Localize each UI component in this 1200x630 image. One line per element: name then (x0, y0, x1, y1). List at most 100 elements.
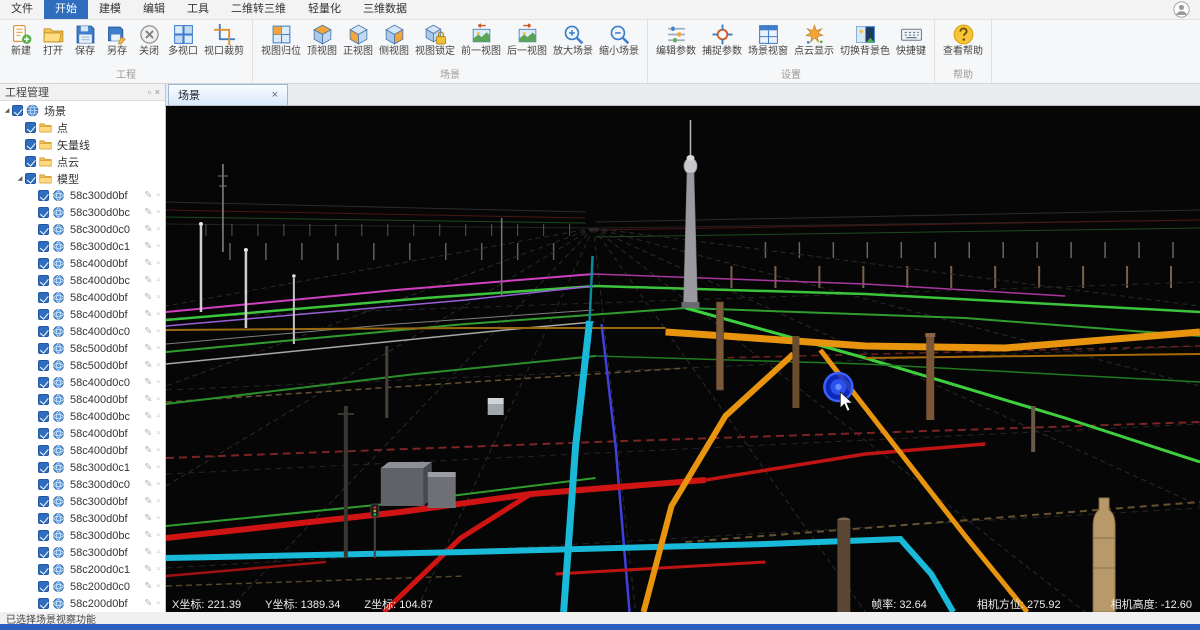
dock-window-icon[interactable]: ▫ (148, 87, 151, 97)
ribbon-button-捕捉参数[interactable]: 捕捉参数 (699, 21, 745, 59)
visibility-checkbox[interactable] (38, 241, 49, 252)
pencil-icon[interactable]: ✎ (144, 428, 152, 439)
ribbon-button-快捷键[interactable]: 快捷键 (893, 21, 929, 59)
tree-folder-2[interactable]: 矢量线 (0, 136, 165, 153)
ribbon-button-顶视图[interactable]: 顶视图 (304, 21, 340, 59)
visibility-checkbox[interactable] (38, 309, 49, 320)
menu-item-三维数据[interactable]: 三维数据 (352, 0, 418, 19)
expand-icon[interactable]: ◢ (2, 107, 12, 114)
ribbon-button-视图锁定[interactable]: 视图锁定 (412, 21, 458, 59)
visibility-checkbox[interactable] (38, 343, 49, 354)
user-avatar-icon[interactable] (1173, 1, 1190, 18)
pencil-icon[interactable]: ✎ (144, 224, 152, 235)
visibility-checkbox[interactable] (38, 360, 49, 371)
close-panel-icon[interactable]: × (155, 87, 160, 97)
tree-model-item[interactable]: 58c300d0bf✎▫ (0, 493, 165, 510)
pencil-icon[interactable]: ✎ (144, 547, 152, 558)
ribbon-button-编辑参数[interactable]: 编辑参数 (653, 21, 699, 59)
menu-item-轻量化[interactable]: 轻量化 (297, 0, 352, 19)
tree-model-item[interactable]: 58c400d0bf✎▫ (0, 425, 165, 442)
pencil-icon[interactable]: ✎ (144, 377, 152, 388)
visibility-checkbox[interactable] (38, 394, 49, 405)
pencil-icon[interactable]: ✎ (144, 496, 152, 507)
tab-close-icon[interactable]: × (254, 89, 278, 101)
visibility-checkbox[interactable] (38, 258, 49, 269)
isolate-icon[interactable]: ▫ (156, 343, 160, 354)
isolate-icon[interactable]: ▫ (156, 564, 160, 575)
scene-3d[interactable] (166, 106, 1200, 612)
pencil-icon[interactable]: ✎ (144, 564, 152, 575)
ribbon-button-多视口[interactable]: 多视口 (165, 21, 201, 59)
tree-model-item[interactable]: 58c200d0c0✎▫ (0, 578, 165, 595)
ribbon-button-场景视窗[interactable]: 场景视窗 (745, 21, 791, 59)
ribbon-button-视图归位[interactable]: 视图归位 (258, 21, 304, 59)
tree-model-item[interactable]: 58c300d0bc✎▫ (0, 204, 165, 221)
tree-item-scene[interactable]: ◢场景 (0, 102, 165, 119)
menu-item-工具[interactable]: 工具 (176, 0, 220, 19)
menu-item-二维转三维[interactable]: 二维转三维 (220, 0, 297, 19)
pencil-icon[interactable]: ✎ (144, 394, 152, 405)
pencil-icon[interactable]: ✎ (144, 207, 152, 218)
pencil-icon[interactable]: ✎ (144, 258, 152, 269)
pencil-icon[interactable]: ✎ (144, 513, 152, 524)
pencil-icon[interactable]: ✎ (144, 309, 152, 320)
isolate-icon[interactable]: ▫ (156, 428, 160, 439)
ribbon-button-新建[interactable]: 新建 (5, 21, 37, 59)
visibility-checkbox[interactable] (38, 275, 49, 286)
isolate-icon[interactable]: ▫ (156, 479, 160, 490)
tree-model-item[interactable]: 58c400d0bc✎▫ (0, 408, 165, 425)
ribbon-button-点云显示[interactable]: 点云显示 (791, 21, 837, 59)
menu-item-编辑[interactable]: 编辑 (132, 0, 176, 19)
isolate-icon[interactable]: ▫ (156, 513, 160, 524)
pencil-icon[interactable]: ✎ (144, 411, 152, 422)
visibility-checkbox[interactable] (12, 105, 23, 116)
menu-item-文件[interactable]: 文件 (0, 0, 44, 19)
tree-model-item[interactable]: 58c300d0bc✎▫ (0, 527, 165, 544)
visibility-checkbox[interactable] (38, 428, 49, 439)
pencil-icon[interactable]: ✎ (144, 190, 152, 201)
ribbon-button-侧视图[interactable]: 侧视图 (376, 21, 412, 59)
expand-icon[interactable]: ◢ (15, 175, 25, 182)
isolate-icon[interactable]: ▫ (156, 258, 160, 269)
tree-model-item[interactable]: 58c400d0c0✎▫ (0, 323, 165, 340)
pencil-icon[interactable]: ✎ (144, 360, 152, 371)
visibility-checkbox[interactable] (38, 377, 49, 388)
pencil-icon[interactable]: ✎ (144, 326, 152, 337)
visibility-checkbox[interactable] (38, 462, 49, 473)
isolate-icon[interactable]: ▫ (156, 360, 160, 371)
visibility-checkbox[interactable] (38, 224, 49, 235)
visibility-checkbox[interactable] (38, 598, 49, 609)
visibility-checkbox[interactable] (38, 564, 49, 575)
isolate-icon[interactable]: ▫ (156, 377, 160, 388)
tree-model-item[interactable]: 58c300d0bf✎▫ (0, 187, 165, 204)
tree-model-item[interactable]: 58c300d0c1✎▫ (0, 459, 165, 476)
tree-model-item[interactable]: 58c300d0c1✎▫ (0, 238, 165, 255)
visibility-checkbox[interactable] (38, 547, 49, 558)
visibility-checkbox[interactable] (25, 173, 36, 184)
visibility-checkbox[interactable] (25, 139, 36, 150)
isolate-icon[interactable]: ▫ (156, 207, 160, 218)
pencil-icon[interactable]: ✎ (144, 292, 152, 303)
ribbon-button-切换背景色[interactable]: 切换背景色 (837, 21, 893, 59)
visibility-checkbox[interactable] (38, 411, 49, 422)
tree-model-item[interactable]: 58c400d0bf✎▫ (0, 255, 165, 272)
ribbon-button-前一视图[interactable]: 前一视图 (458, 21, 504, 59)
tree-folder-3[interactable]: 点云 (0, 153, 165, 170)
isolate-icon[interactable]: ▫ (156, 598, 160, 609)
pencil-icon[interactable]: ✎ (144, 462, 152, 473)
isolate-icon[interactable]: ▫ (156, 292, 160, 303)
pencil-icon[interactable]: ✎ (144, 581, 152, 592)
tree-model-item[interactable]: 58c300d0bf✎▫ (0, 544, 165, 561)
tree-model-item[interactable]: 58c400d0bc✎▫ (0, 272, 165, 289)
tree-model-item[interactable]: 58c300d0c0✎▫ (0, 221, 165, 238)
isolate-icon[interactable]: ▫ (156, 445, 160, 456)
tree-model-item[interactable]: 58c200d0c1✎▫ (0, 561, 165, 578)
pencil-icon[interactable]: ✎ (144, 275, 152, 286)
ribbon-button-查看帮助[interactable]: 查看帮助 (940, 21, 986, 59)
ribbon-button-放大场景[interactable]: 放大场景 (550, 21, 596, 59)
visibility-checkbox[interactable] (38, 326, 49, 337)
tree-model-item[interactable]: 58c200d0bf✎▫ (0, 595, 165, 612)
visibility-checkbox[interactable] (38, 292, 49, 303)
ribbon-button-打开[interactable]: 打开 (37, 21, 69, 59)
tree-model-item[interactable]: 58c300d0bf✎▫ (0, 510, 165, 527)
